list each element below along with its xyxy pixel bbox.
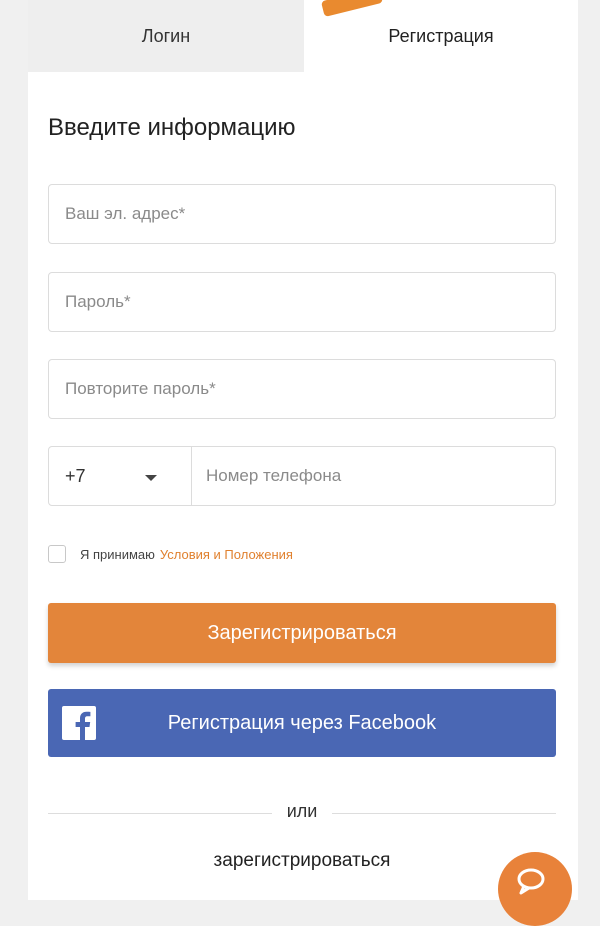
terms-checkbox[interactable]	[48, 545, 66, 563]
terms-link[interactable]: Условия и Положения	[160, 547, 293, 562]
alt-register-link[interactable]: зарегистрироваться	[48, 850, 556, 872]
country-code-value: +7	[65, 465, 86, 486]
country-code-select[interactable]: +7	[49, 447, 192, 505]
tab-login[interactable]: Логин	[28, 0, 304, 72]
auth-tabs: Логин Регистрация	[28, 0, 578, 72]
chat-icon	[517, 868, 545, 895]
terms-label: Я принимаю	[80, 546, 155, 562]
email-input[interactable]	[48, 184, 556, 244]
register-button[interactable]: Зарегистрироваться	[48, 603, 556, 663]
or-divider: или	[48, 797, 556, 827]
phone-field-group: +7	[48, 446, 556, 506]
facebook-button-label: Регистрация через Facebook	[167, 711, 437, 734]
repeat-password-input[interactable]	[48, 359, 556, 419]
facebook-icon	[62, 706, 96, 740]
facebook-register-button[interactable]: Регистрация через Facebook	[48, 689, 556, 757]
form-title: Введите информацию	[48, 114, 296, 141]
divider-line-left	[48, 813, 272, 814]
chevron-down-icon	[145, 475, 157, 481]
terms-row: Я принимаю Условия и Положения	[48, 543, 293, 565]
chat-button[interactable]	[498, 852, 572, 926]
password-input[interactable]	[48, 272, 556, 332]
divider-line-right	[332, 813, 556, 814]
divider-text: или	[286, 801, 318, 821]
phone-input[interactable]	[192, 447, 554, 505]
registration-card: Логин Регистрация Введите информацию +7 …	[28, 0, 578, 900]
